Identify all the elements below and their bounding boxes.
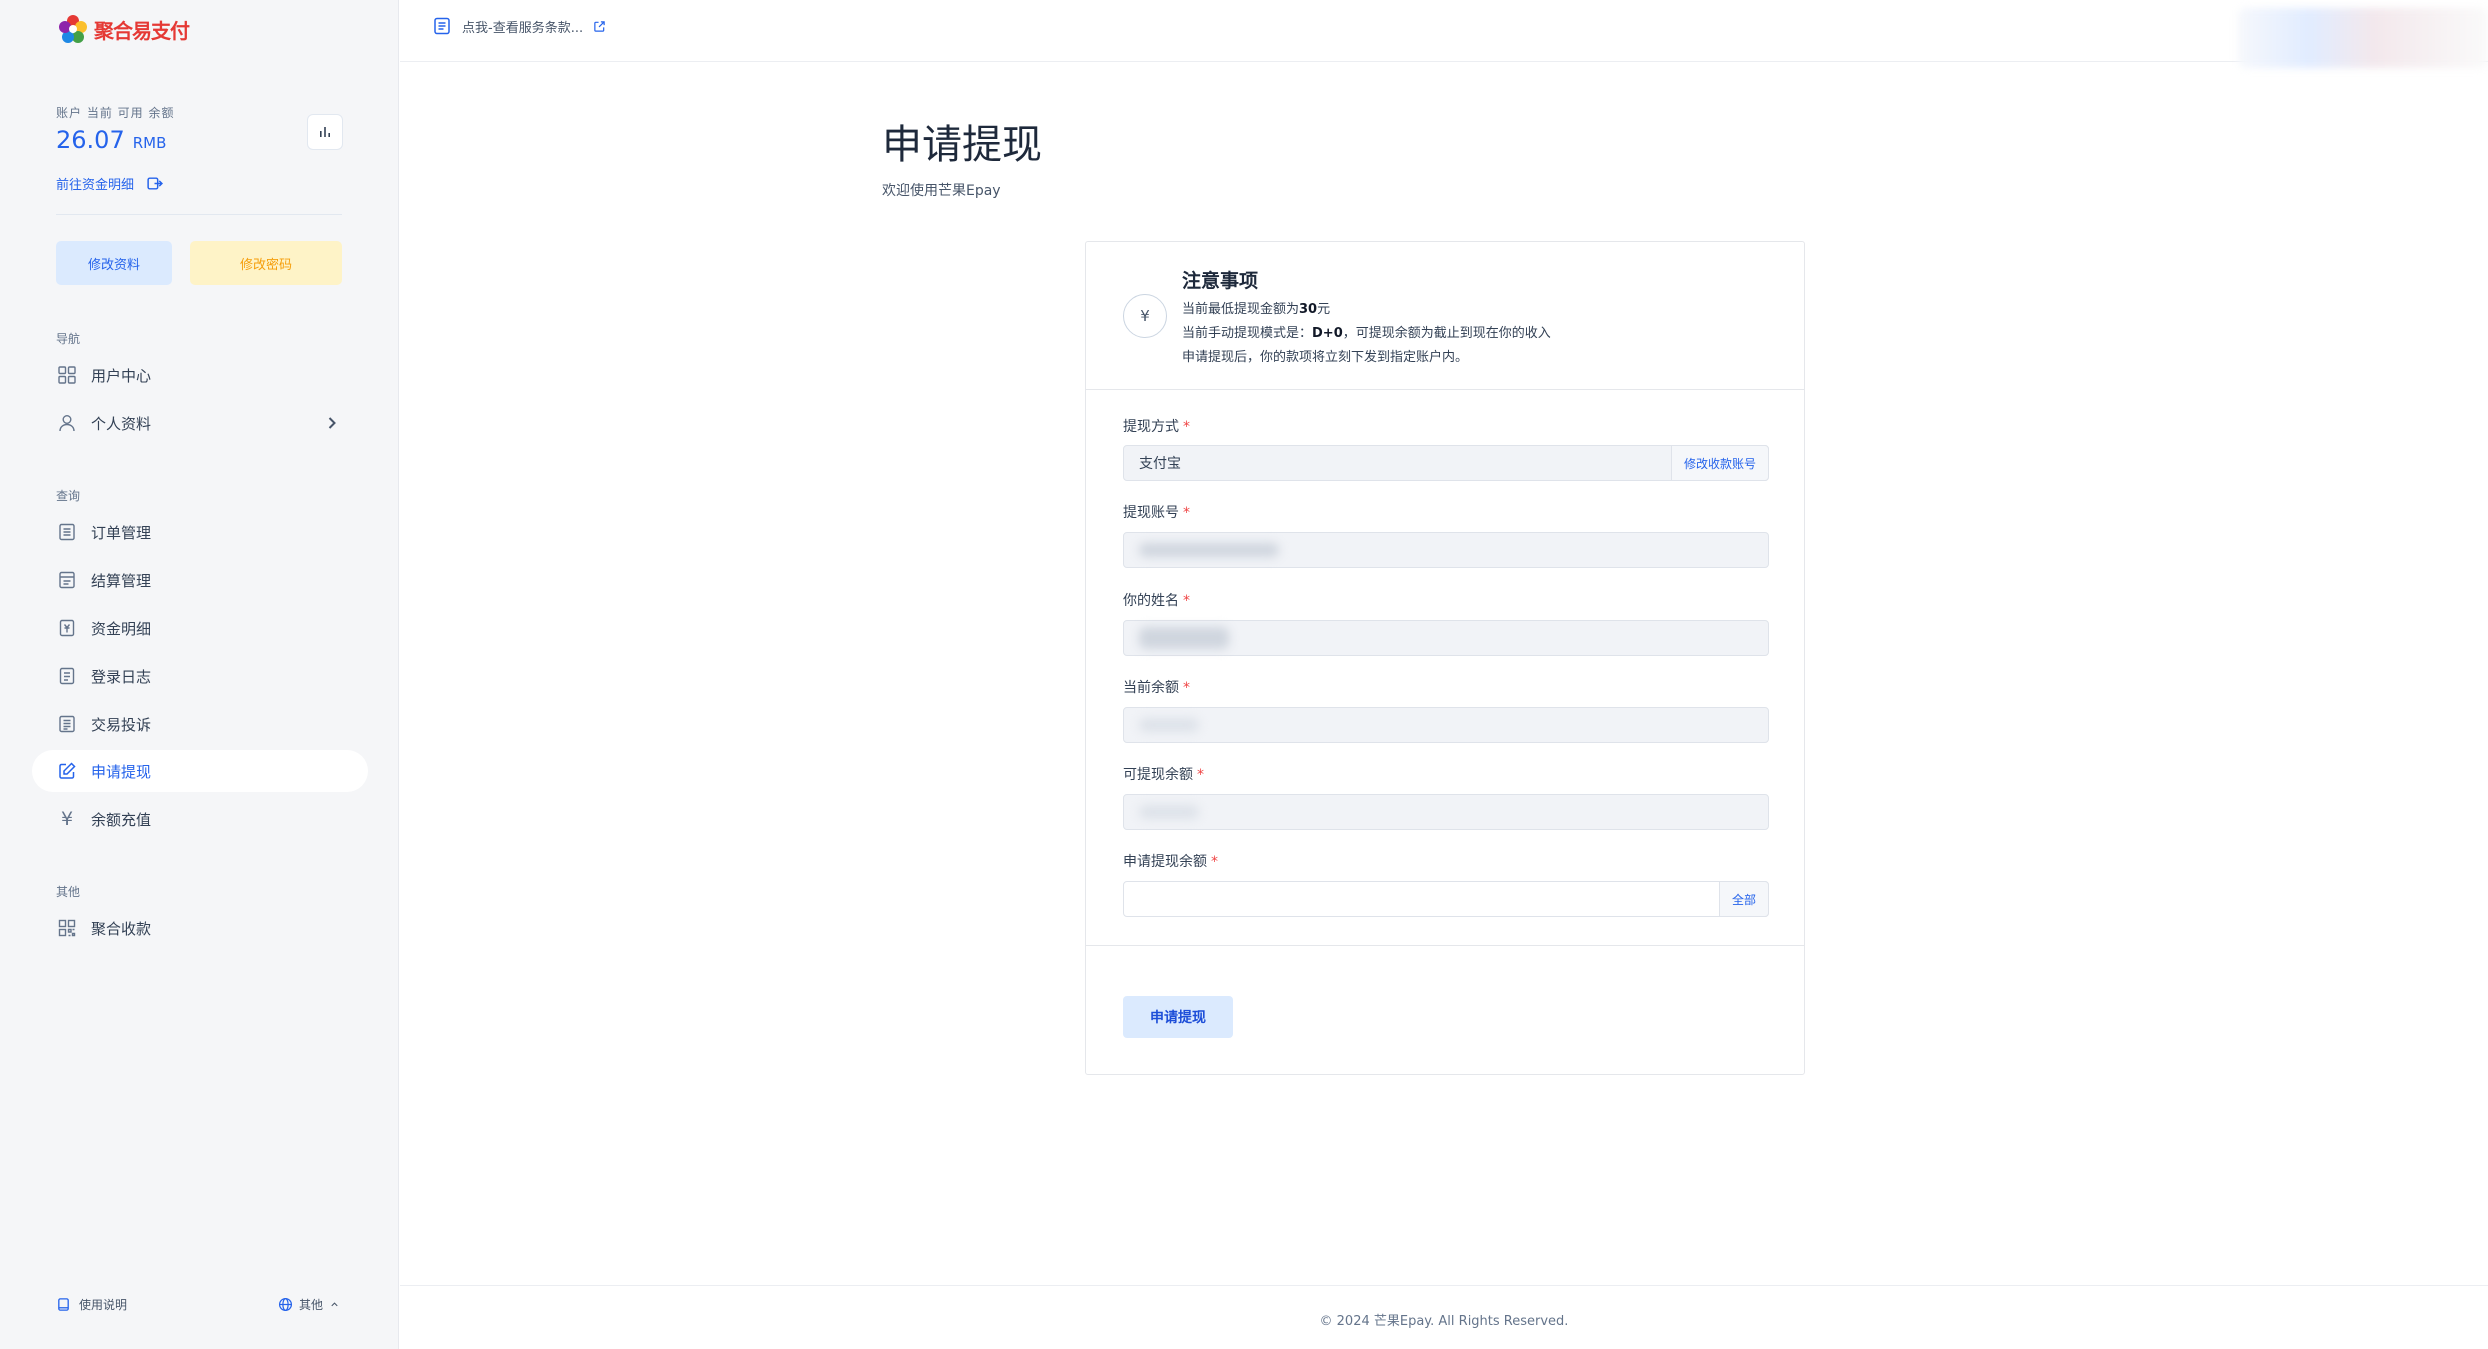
- user-menu-blurred[interactable]: [2238, 8, 2488, 68]
- stats-chart-button[interactable]: [307, 114, 343, 150]
- sidebar-item-user-center[interactable]: 用户中心: [32, 354, 368, 396]
- sidebar-item-withdraw[interactable]: 申请提现: [32, 750, 368, 792]
- withdraw-card: ¥ 注意事项 当前最低提现金额为30元 当前手动提现模式是：D+0，可提现余额为…: [1085, 241, 1805, 1075]
- balance-label: 账户 当前 可用 余额: [56, 106, 175, 120]
- withdraw-all-button[interactable]: 全部: [1718, 881, 1769, 917]
- withdrawable-field: [1123, 794, 1769, 830]
- balance-field-label: 当前余额 *: [1123, 680, 1190, 696]
- sidebar-item-label: 登录日志: [91, 667, 152, 686]
- chevron-up-icon: [331, 1302, 338, 1307]
- book-icon: [58, 1298, 69, 1311]
- flower-logo-icon: [59, 15, 87, 43]
- language-label: 其他: [299, 1298, 324, 1312]
- sidebar-item-recharge[interactable]: ¥ 余额充值: [32, 798, 368, 840]
- edit-password-button[interactable]: 修改密码: [190, 241, 342, 285]
- help-link[interactable]: 使用说明: [56, 1296, 127, 1313]
- sidebar-item-profile[interactable]: 个人资料: [32, 402, 368, 444]
- export-icon: [147, 177, 164, 190]
- sidebar-item-complaints[interactable]: 交易投诉: [32, 703, 368, 745]
- sidebar-item-label: 交易投诉: [91, 715, 152, 734]
- sidebar-item-aggregate[interactable]: 聚合收款: [32, 907, 368, 949]
- log-doc-icon: [59, 667, 75, 685]
- section-title-nav: 导航: [56, 332, 81, 346]
- method-label: 提现方式 *: [1123, 419, 1190, 435]
- withdrawable-value-blurred: [1139, 805, 1199, 819]
- sidebar-item-label: 聚合收款: [91, 919, 152, 938]
- edit-profile-button[interactable]: 修改资料: [56, 241, 172, 285]
- logo-text: 聚合易支付: [94, 18, 190, 43]
- account-value-blurred: [1139, 543, 1279, 557]
- notice-box: ¥ 注意事项 当前最低提现金额为30元 当前手动提现模式是：D+0，可提现余额为…: [1086, 242, 1804, 390]
- globe-icon: [278, 1297, 293, 1312]
- footer: © 2024 芒果Epay. All Rights Reserved.: [400, 1285, 2488, 1349]
- name-field: [1123, 620, 1769, 656]
- app: 聚合易支付 账户 当前 可用 余额 26.07 RMB 前往资金明细 修改资料 …: [0, 0, 2488, 1349]
- notice-title: 注意事项: [1182, 270, 1259, 292]
- sidebar-item-label: 用户中心: [91, 366, 152, 385]
- copyright-text: © 2024 芒果Epay. All Rights Reserved.: [1319, 1314, 1569, 1329]
- withdrawable-label: 可提现余额 *: [1123, 767, 1204, 783]
- sidebar-item-label: 资金明细: [91, 619, 152, 638]
- sidebar-item-login-log[interactable]: 登录日志: [32, 655, 368, 697]
- sidebar-divider: [56, 214, 342, 215]
- balance-value: 26.07 RMB: [56, 126, 166, 154]
- card-divider: [1086, 945, 1804, 946]
- sidebar-item-funds[interactable]: 资金明细: [32, 607, 368, 649]
- terms-notice-text: 点我-查看服务条款...: [462, 20, 584, 36]
- ledger-icon: [59, 571, 75, 589]
- report-doc-icon: [59, 715, 75, 733]
- notice-mode: 当前手动提现模式是：D+0，可提现余额为截止到现在你的收入: [1182, 326, 1551, 341]
- sidebar-item-label: 余额充值: [91, 810, 152, 829]
- sidebar-item-label: 个人资料: [91, 414, 152, 433]
- grid-icon: [58, 366, 76, 384]
- name-label: 你的姓名 *: [1123, 593, 1190, 609]
- external-link-icon: [594, 20, 605, 32]
- method-value: 支付宝: [1139, 456, 1181, 472]
- sidebar-item-label: 申请提现: [91, 762, 152, 781]
- document-icon: [434, 17, 450, 35]
- notice-payout: 申请提现后，你的款项将立刻下发到指定账户内。: [1182, 350, 1469, 365]
- request-amount-label: 申请提现余额 *: [1123, 854, 1218, 870]
- language-switcher[interactable]: 其他: [278, 1296, 340, 1313]
- topbar: 点我-查看服务条款...: [400, 0, 2488, 68]
- section-title-query: 查询: [56, 489, 81, 503]
- page-title: 申请提现: [882, 122, 1042, 168]
- qrcode-icon: [58, 919, 76, 937]
- section-title-other: 其他: [56, 885, 81, 899]
- sidebar-item-label: 结算管理: [91, 571, 152, 590]
- balance-amount: 26.07: [56, 126, 125, 154]
- user-icon: [59, 415, 75, 432]
- sidebar: 聚合易支付 账户 当前 可用 余额 26.07 RMB 前往资金明细 修改资料 …: [0, 0, 399, 1349]
- list-doc-icon: [59, 523, 75, 541]
- current-balance-field: [1123, 707, 1769, 743]
- yen-icon: ¥: [60, 808, 74, 830]
- sidebar-item-settlement[interactable]: 结算管理: [32, 559, 368, 601]
- name-value-blurred: [1139, 627, 1229, 649]
- current-balance-blurred: [1139, 718, 1199, 732]
- money-doc-icon: [59, 619, 75, 637]
- funds-detail-link-label: 前往资金明细: [56, 178, 135, 193]
- bar-chart-icon: [320, 127, 330, 137]
- edit-icon: [59, 762, 76, 779]
- balance-unit: RMB: [132, 134, 167, 152]
- notice-min-amount: 当前最低提现金额为30元: [1182, 302, 1331, 317]
- logo[interactable]: 聚合易支付: [56, 12, 190, 46]
- sidebar-item-orders[interactable]: 订单管理: [32, 511, 368, 553]
- request-amount-field: 全部: [1123, 881, 1769, 917]
- chevron-right-icon: [328, 417, 336, 429]
- funds-detail-link[interactable]: 前往资金明细: [56, 174, 164, 193]
- submit-withdraw-button[interactable]: 申请提现: [1123, 996, 1233, 1038]
- sidebar-item-label: 订单管理: [91, 523, 152, 542]
- request-amount-input[interactable]: [1124, 882, 1684, 916]
- yen-circle-icon: ¥: [1123, 294, 1167, 338]
- page-subtitle: 欢迎使用芒果Epay: [882, 183, 1001, 199]
- account-label: 提现账号 *: [1123, 505, 1190, 521]
- edit-account-button[interactable]: 修改收款账号: [1670, 445, 1769, 481]
- terms-notice-link[interactable]: 点我-查看服务条款...: [432, 16, 606, 36]
- help-link-label: 使用说明: [79, 1298, 128, 1312]
- method-field[interactable]: 支付宝 修改收款账号: [1123, 445, 1769, 481]
- account-field: [1123, 532, 1769, 568]
